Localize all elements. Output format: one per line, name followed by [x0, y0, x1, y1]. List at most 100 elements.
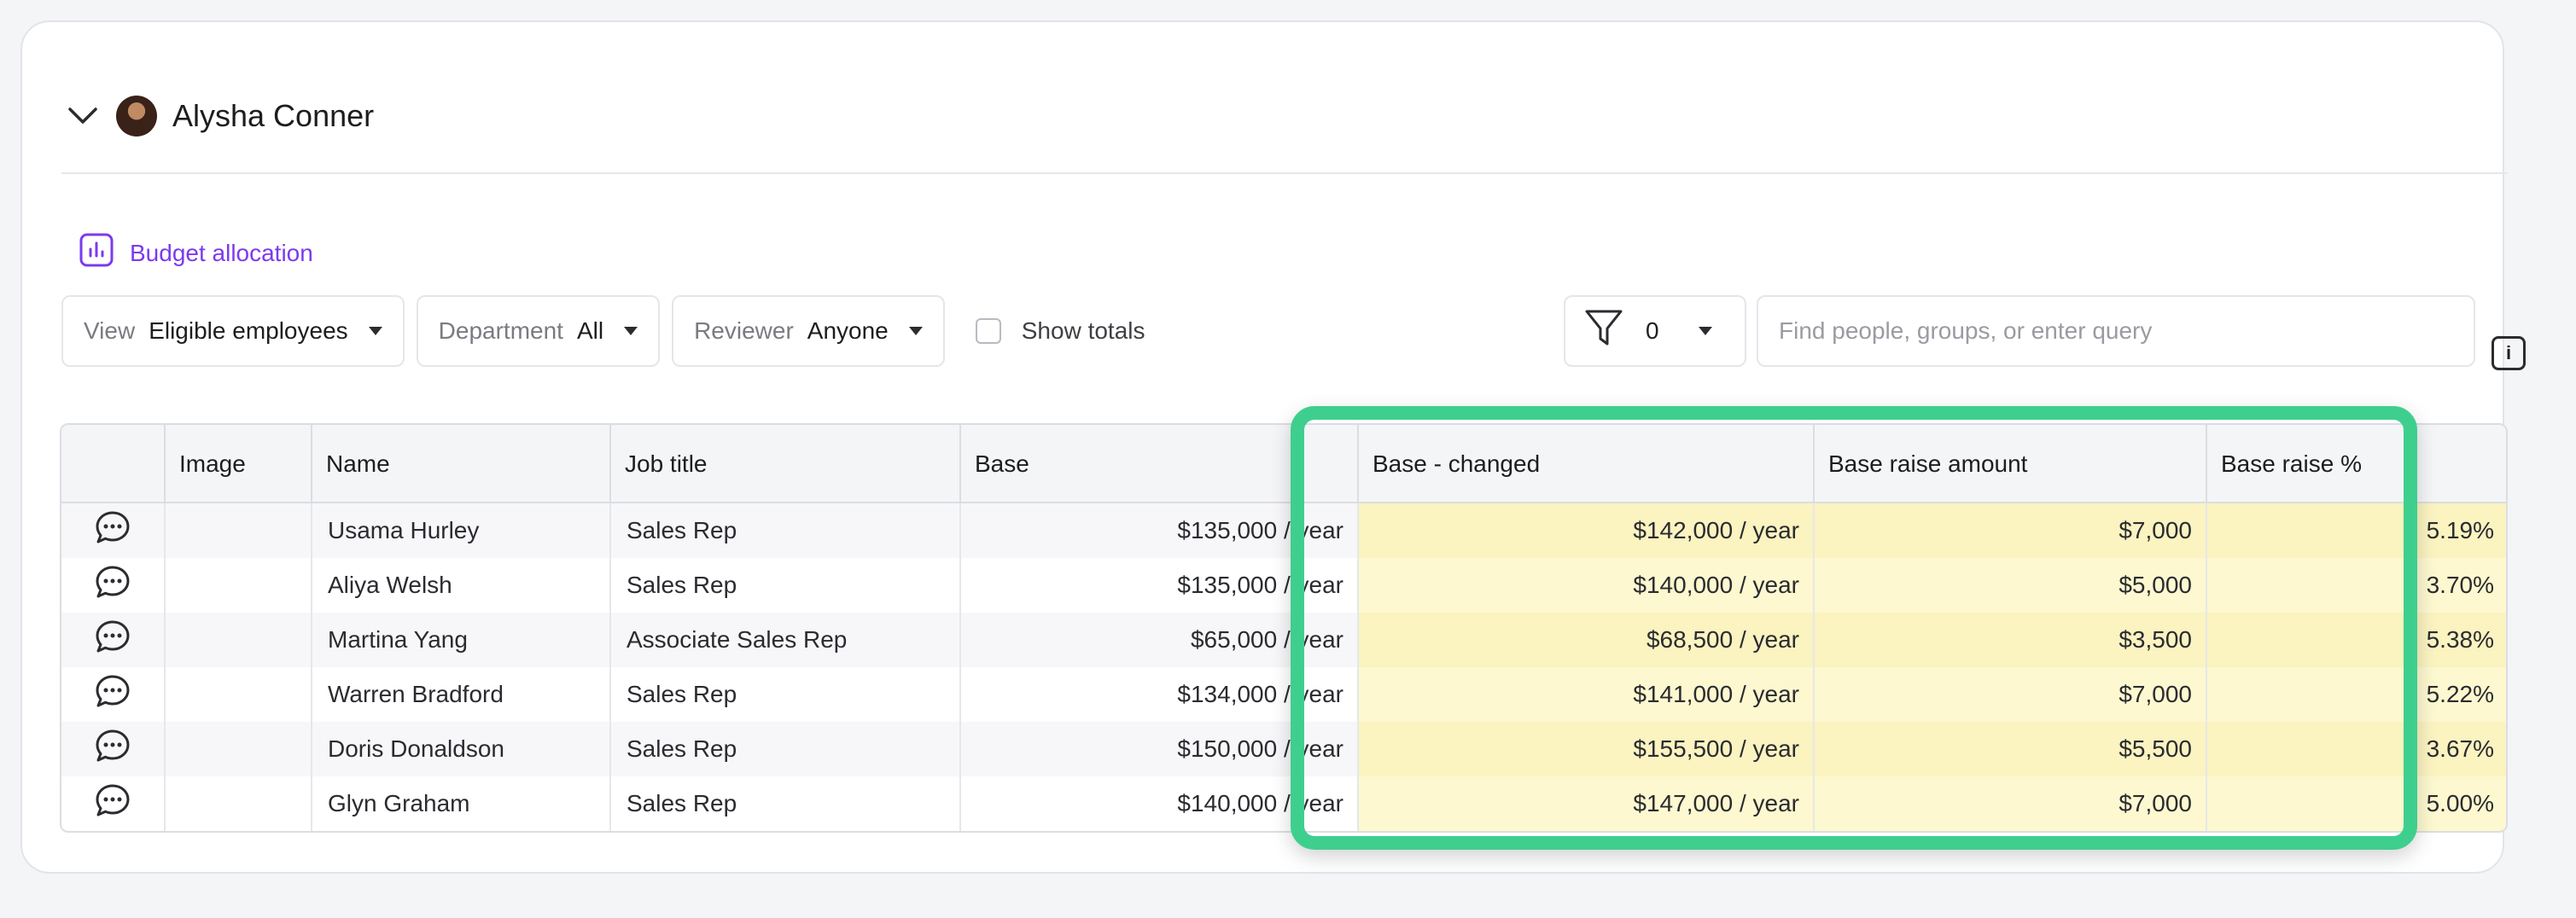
row-comment-cell[interactable]	[61, 667, 166, 722]
row-base-raise-amount: $5,000	[1815, 558, 2207, 613]
row-comment-cell[interactable]	[61, 558, 166, 613]
comment-icon[interactable]	[94, 728, 131, 771]
comment-icon[interactable]	[94, 564, 131, 607]
row-base-raise-pct: 5.00%	[2207, 776, 2506, 831]
row-base-changed: $141,000 / year	[1359, 667, 1815, 722]
avatar	[116, 96, 157, 137]
employee-name: Alysha Conner	[172, 98, 375, 133]
comment-icon[interactable]	[94, 782, 131, 826]
caret-down-icon	[1698, 327, 1712, 335]
row-image-cell	[166, 613, 312, 667]
column-header-base-raise-pct[interactable]: Base raise %	[2207, 425, 2506, 503]
row-name: Glyn Graham	[312, 776, 611, 831]
department-label: Department	[438, 317, 563, 344]
row-name: Martina Yang	[312, 613, 611, 667]
search-input[interactable]	[1757, 295, 2475, 367]
view-dropdown[interactable]: View Eligible employees	[61, 295, 405, 367]
column-header-name[interactable]: Name	[312, 425, 611, 503]
caret-down-icon	[908, 327, 923, 335]
row-base-raise-pct: 3.70%	[2207, 558, 2506, 613]
table-row[interactable]: Aliya Welsh Sales Rep $135,000 / year $140,…	[61, 558, 2506, 613]
table-row[interactable]: Warren Bradford Sales Rep $134,000 / year $…	[61, 667, 2506, 722]
employee-table: Image Name Job title Base Base - changed…	[60, 423, 2508, 833]
department-dropdown[interactable]: Department All	[416, 295, 661, 367]
department-value: All	[576, 317, 604, 344]
row-base-raise-pct: 5.38%	[2207, 613, 2506, 667]
view-label: View	[84, 317, 136, 344]
comment-icon[interactable]	[94, 619, 131, 662]
filter-bar: View Eligible employees Department All R…	[61, 295, 1145, 367]
employee-header[interactable]: Alysha Conner	[61, 75, 374, 157]
show-totals-label: Show totals	[1021, 317, 1145, 344]
table-row[interactable]: Glyn Graham Sales Rep $140,000 / year $147,…	[61, 776, 2506, 831]
column-header-actions	[61, 425, 166, 503]
budget-allocation-link[interactable]: Budget allocation	[79, 232, 313, 274]
filter-count-button[interactable]: 0	[1564, 295, 1746, 367]
row-base: $134,000 / year	[961, 667, 1359, 722]
row-job-title: Sales Rep	[611, 776, 961, 831]
filter-count: 0	[1646, 317, 1659, 344]
funnel-icon	[1584, 308, 1623, 355]
caret-down-icon	[368, 327, 382, 335]
column-header-base-raise-amount[interactable]: Base raise amount	[1815, 425, 2207, 503]
row-base-changed: $68,500 / year	[1359, 613, 1815, 667]
row-job-title: Sales Rep	[611, 667, 961, 722]
table-row[interactable]: Martina Yang Associate Sales Rep $65,000 /…	[61, 613, 2506, 667]
row-job-title: Sales Rep	[611, 503, 961, 558]
row-base-changed: $140,000 / year	[1359, 558, 1815, 613]
row-base-raise-amount: $7,000	[1815, 667, 2207, 722]
row-base-raise-pct: 5.19%	[2207, 503, 2506, 558]
column-header-base[interactable]: Base	[961, 425, 1359, 503]
row-name: Doris Donaldson	[312, 722, 611, 776]
info-icon[interactable]: i	[2491, 336, 2526, 370]
view-value: Eligible employees	[149, 317, 348, 344]
show-totals-checkbox[interactable]	[975, 318, 1001, 344]
row-base: $65,000 / year	[961, 613, 1359, 667]
row-name: Warren Bradford	[312, 667, 611, 722]
bar-chart-icon	[79, 232, 114, 274]
row-base: $135,000 / year	[961, 503, 1359, 558]
row-base-raise-pct: 5.22%	[2207, 667, 2506, 722]
row-base-changed: $147,000 / year	[1359, 776, 1815, 831]
header-divider	[61, 172, 2508, 174]
row-base: $135,000 / year	[961, 558, 1359, 613]
row-base-raise-amount: $5,500	[1815, 722, 2207, 776]
row-job-title: Associate Sales Rep	[611, 613, 961, 667]
comment-icon[interactable]	[94, 509, 131, 553]
column-header-image[interactable]: Image	[166, 425, 312, 503]
table-row[interactable]: Doris Donaldson Sales Rep $150,000 / year $…	[61, 722, 2506, 776]
row-image-cell	[166, 667, 312, 722]
reviewer-value: Anyone	[807, 317, 889, 344]
row-comment-cell[interactable]	[61, 613, 166, 667]
row-image-cell	[166, 776, 312, 831]
row-name: Aliya Welsh	[312, 558, 611, 613]
row-base-changed: $142,000 / year	[1359, 503, 1815, 558]
row-base-raise-amount: $7,000	[1815, 503, 2207, 558]
row-comment-cell[interactable]	[61, 503, 166, 558]
column-header-base-changed[interactable]: Base - changed	[1303, 425, 1815, 503]
comment-icon[interactable]	[94, 673, 131, 717]
row-base: $140,000 / year	[961, 776, 1359, 831]
row-image-cell	[166, 558, 312, 613]
show-totals-toggle[interactable]: Show totals	[975, 317, 1145, 345]
caret-down-icon	[624, 327, 638, 335]
column-header-job-title[interactable]: Job title	[611, 425, 961, 503]
reviewer-dropdown[interactable]: Reviewer Anyone	[672, 295, 945, 367]
row-job-title: Sales Rep	[611, 558, 961, 613]
row-base-raise-amount: $7,000	[1815, 776, 2207, 831]
row-comment-cell[interactable]	[61, 776, 166, 831]
table-row[interactable]: Usama Hurley Sales Rep $135,000 / year $142…	[61, 503, 2506, 558]
row-base-raise-pct: 3.67%	[2207, 722, 2506, 776]
row-base: $150,000 / year	[961, 722, 1359, 776]
row-job-title: Sales Rep	[611, 722, 961, 776]
row-base-changed: $155,500 / year	[1359, 722, 1815, 776]
table-header: Image Name Job title Base Base - changed…	[61, 425, 2506, 503]
chevron-down-icon[interactable]	[61, 95, 104, 137]
row-base-raise-amount: $3,500	[1815, 613, 2207, 667]
row-image-cell	[166, 503, 312, 558]
reviewer-label: Reviewer	[694, 317, 794, 344]
row-comment-cell[interactable]	[61, 722, 166, 776]
row-name: Usama Hurley	[312, 503, 611, 558]
budget-allocation-label: Budget allocation	[130, 239, 313, 266]
row-image-cell	[166, 722, 312, 776]
